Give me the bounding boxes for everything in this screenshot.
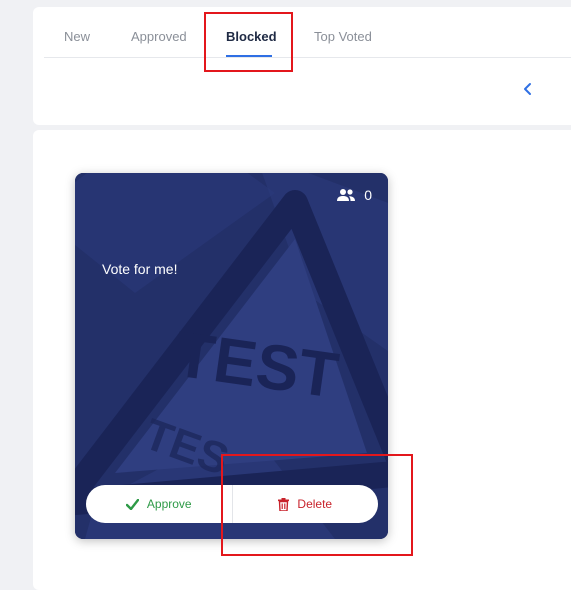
- checkmark-icon: [125, 498, 139, 510]
- highlight-box-tab: [204, 12, 293, 72]
- voter-count: 0: [336, 187, 372, 203]
- people-icon: [337, 189, 356, 201]
- tab-top-voted[interactable]: Top Voted: [314, 29, 372, 44]
- voter-count-value: 0: [364, 187, 372, 203]
- highlight-box-delete: [221, 454, 413, 556]
- tab-approved[interactable]: Approved: [131, 29, 187, 44]
- status-tabs: [44, 7, 571, 58]
- approve-label: Approve: [146, 497, 192, 511]
- chevron-left-icon[interactable]: [519, 80, 537, 98]
- tab-new[interactable]: New: [64, 29, 90, 44]
- entry-title: Vote for me!: [102, 261, 178, 277]
- approve-button[interactable]: Approve: [86, 485, 233, 523]
